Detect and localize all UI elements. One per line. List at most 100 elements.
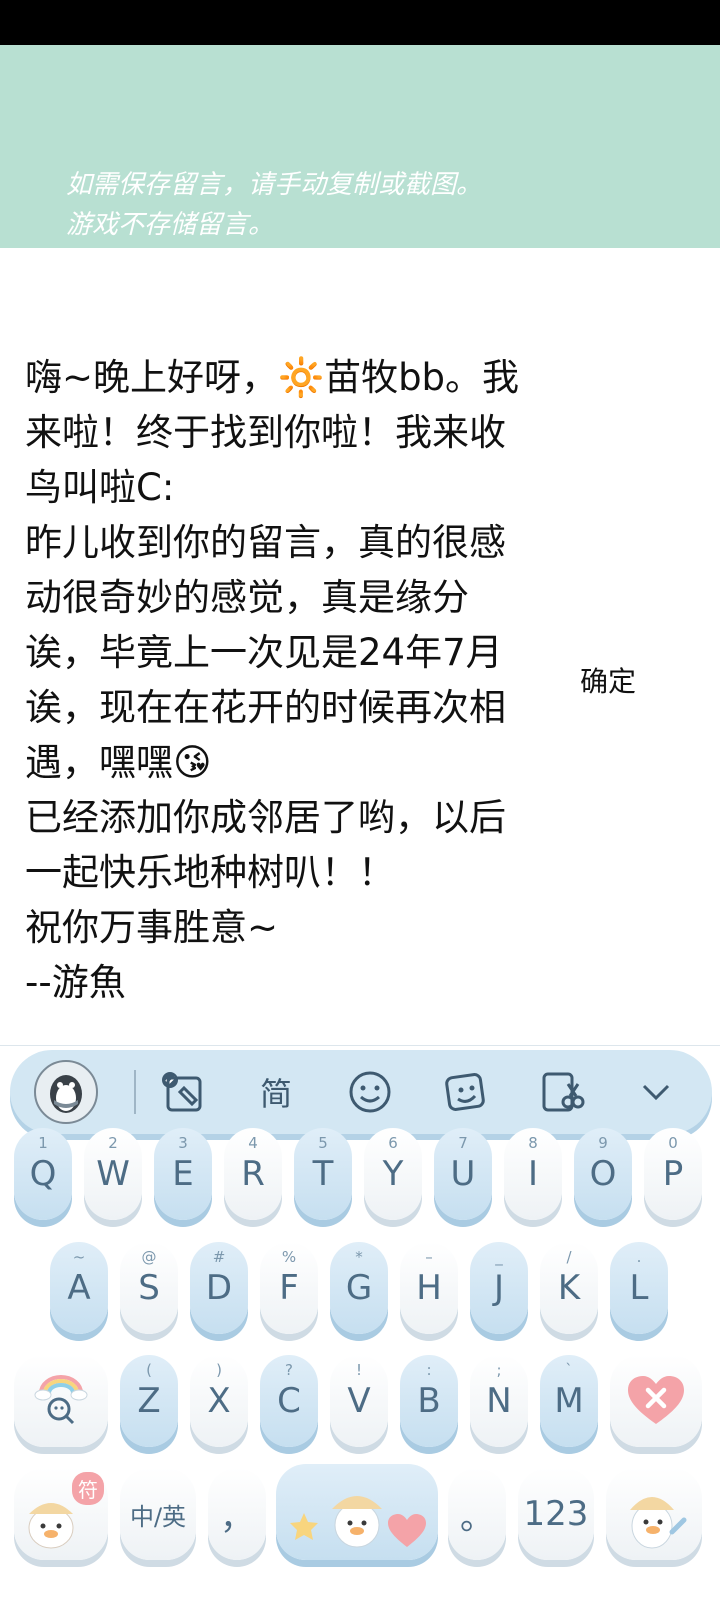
key-sublabel: : — [426, 1361, 432, 1379]
message-text[interactable]: 嗨~晚上好呀，🔆苗牧bb。我来啦！终于找到你啦！我来收鸟叫啦C: 昨儿收到你的留… — [25, 350, 525, 1010]
notice-line-2: 游戏不存储留言。 — [66, 210, 275, 240]
key-a[interactable]: ~ A — [50, 1242, 108, 1334]
key-label: S — [138, 1268, 160, 1308]
language-switch-key[interactable]: 中/英 — [120, 1468, 196, 1560]
key-i[interactable]: 8I — [504, 1128, 562, 1220]
symbol-key[interactable]: 符 — [14, 1468, 108, 1560]
key-z[interactable]: (Z — [120, 1355, 178, 1447]
key-t[interactable]: 5T — [294, 1128, 352, 1220]
key-label: C — [277, 1381, 301, 1421]
key-sublabel: % — [281, 1248, 297, 1266]
key-label: U — [450, 1154, 476, 1194]
key-sublabel: 2 — [108, 1134, 118, 1152]
key-label: O — [589, 1154, 617, 1194]
key-p[interactable]: 0P — [644, 1128, 702, 1220]
key-label: W — [96, 1154, 130, 1194]
key-y[interactable]: 6Y — [364, 1128, 422, 1220]
avatar-icon[interactable] — [34, 1060, 98, 1124]
key-sublabel: 3 — [178, 1134, 188, 1152]
key-label: A — [67, 1268, 91, 1308]
emoji-icon[interactable] — [342, 1066, 398, 1118]
key-sublabel: 5 — [318, 1134, 328, 1152]
key-o[interactable]: 9O — [574, 1128, 632, 1220]
status-bar — [0, 0, 720, 45]
notice-line-1: 如需保存留言，请手动复制或截图。 — [66, 170, 483, 200]
confirm-button[interactable]: 确定 — [580, 660, 636, 700]
key-sublabel: / — [566, 1248, 572, 1266]
key-r[interactable]: 4R — [224, 1128, 282, 1220]
keyboard-toolbar: 简 — [10, 1050, 712, 1134]
key-label: G — [345, 1268, 373, 1308]
key-label: X — [207, 1381, 231, 1421]
key-sublabel: 7 — [458, 1134, 468, 1152]
key-label: J — [493, 1268, 505, 1308]
chevron-down-icon[interactable] — [628, 1066, 684, 1118]
space-key[interactable] — [276, 1464, 438, 1560]
key-sublabel: @ — [141, 1248, 157, 1266]
clipboard-icon[interactable] — [534, 1066, 590, 1118]
key-sublabel: ; — [496, 1361, 502, 1379]
key-sublabel: – — [425, 1248, 433, 1266]
search-key[interactable] — [14, 1355, 108, 1447]
key-sublabel: 0 — [668, 1134, 678, 1152]
key-j[interactable]: _ J — [470, 1242, 528, 1334]
key-label: L — [629, 1268, 649, 1308]
key-label: R — [241, 1154, 265, 1194]
sticker-icon[interactable] — [438, 1066, 494, 1118]
key-c[interactable]: ? C — [260, 1355, 318, 1447]
key-sublabel: # — [212, 1248, 226, 1266]
key-l[interactable]: .L — [610, 1242, 668, 1334]
key-n[interactable]: ; N — [470, 1355, 528, 1447]
key-label: E — [172, 1154, 194, 1194]
key-sublabel: ~ — [72, 1248, 86, 1266]
key-label: Q — [29, 1154, 57, 1194]
key-k[interactable]: / K — [540, 1242, 598, 1334]
key-sublabel: ? — [285, 1361, 293, 1379]
key-label: K — [557, 1268, 581, 1308]
key-label: N — [486, 1381, 512, 1421]
key-label: I — [527, 1154, 539, 1194]
key-sublabel: _ — [495, 1248, 503, 1266]
key-u[interactable]: 7U — [434, 1128, 492, 1220]
notice-banner: 如需保存留言，请手动复制或截图。 游戏不存储留言。 — [0, 45, 720, 248]
key-b[interactable]: :B — [400, 1355, 458, 1447]
symbol-badge: 符 — [72, 1472, 104, 1505]
key-sublabel: ) — [216, 1361, 222, 1379]
simplified-mode-button[interactable]: 简 — [248, 1066, 304, 1118]
key-w[interactable]: 2W — [84, 1128, 142, 1220]
key-label: Z — [137, 1381, 161, 1421]
key-label: P — [662, 1154, 684, 1194]
key-m[interactable]: ` M — [540, 1355, 598, 1447]
handwriting-icon[interactable] — [156, 1066, 212, 1118]
toolbar-divider — [134, 1070, 136, 1114]
number-key[interactable]: 123 — [518, 1468, 594, 1560]
key-v[interactable]: ! V — [330, 1355, 388, 1447]
key-sublabel: ! — [355, 1361, 362, 1379]
key-sublabel: 8 — [528, 1134, 538, 1152]
key-label: 中/英 — [129, 1502, 187, 1531]
key-label: F — [279, 1268, 299, 1308]
key-label: B — [417, 1381, 441, 1421]
key-sublabel: ( — [146, 1361, 152, 1379]
key-e[interactable]: 3E — [154, 1128, 212, 1220]
key-q[interactable]: 1Q — [14, 1128, 72, 1220]
key-label: 。 — [460, 1497, 494, 1538]
key-g[interactable]: * G — [330, 1242, 388, 1334]
key-s[interactable]: @ S — [120, 1242, 178, 1334]
duck-space-icon — [290, 1496, 426, 1548]
key-x[interactable]: ) X — [190, 1355, 248, 1447]
delete-key[interactable] — [610, 1355, 702, 1447]
key-h[interactable]: – H — [400, 1242, 458, 1334]
key-sublabel: . — [636, 1248, 642, 1266]
key-label: D — [205, 1268, 233, 1308]
key-f[interactable]: % F — [260, 1242, 318, 1334]
key-label: H — [416, 1268, 442, 1308]
key-label: M — [554, 1381, 584, 1421]
enter-key[interactable] — [606, 1468, 702, 1560]
key-sublabel: * — [355, 1248, 363, 1266]
save-notice: 如需保存留言，请手动复制或截图。 游戏不存储留言。 — [66, 165, 666, 245]
period-key[interactable]: 。 — [448, 1468, 506, 1560]
key-d[interactable]: # D — [190, 1242, 248, 1334]
key-label: 123 — [523, 1494, 589, 1534]
comma-key[interactable]: ， — [208, 1468, 266, 1560]
